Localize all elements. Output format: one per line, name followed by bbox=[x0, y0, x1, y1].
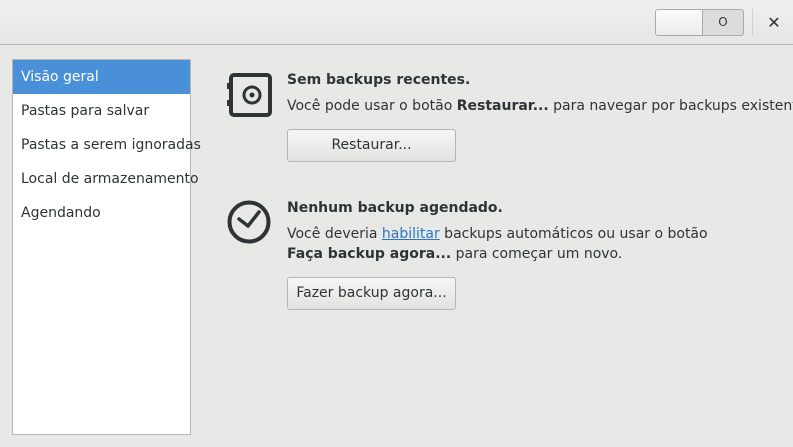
backup-now-button[interactable]: Fazer backup agora... bbox=[287, 277, 456, 310]
sidebar-item-storage-location[interactable]: Local de armazenamento bbox=[13, 162, 199, 196]
schedule-title: Nenhum backup agendado. bbox=[287, 200, 503, 216]
sidebar: Visão geral Pastas para salvar Pastas a … bbox=[12, 59, 201, 435]
restore-description: Você pode usar o botão Restaurar... para… bbox=[287, 96, 793, 116]
schedule-desc-mid: backups automáticos ou usar o botão bbox=[439, 226, 708, 242]
schedule-desc-pre: Você deveria bbox=[287, 226, 382, 242]
restore-title: Sem backups recentes. bbox=[287, 72, 471, 88]
safe-icon bbox=[226, 73, 272, 121]
close-icon[interactable]: ✕ bbox=[762, 11, 786, 35]
restore-desc-bold: Restaurar... bbox=[456, 98, 549, 114]
schedule-description: Você deveria habilitar backups automátic… bbox=[287, 224, 717, 264]
schedule-desc-bold: Faça backup agora... bbox=[287, 246, 452, 262]
header-bar: O ✕ bbox=[0, 0, 793, 45]
backup-toggle-switch[interactable]: O bbox=[655, 9, 744, 36]
restore-desc-pre: Você pode usar o botão bbox=[287, 98, 457, 114]
sidebar-item-folders-to-save[interactable]: Pastas para salvar bbox=[13, 94, 190, 128]
clock-icon bbox=[226, 199, 272, 249]
enable-link[interactable]: habilitar bbox=[382, 226, 440, 242]
restore-desc-post: para navegar por backups existentes. bbox=[548, 98, 793, 114]
sidebar-item-scheduling[interactable]: Agendando bbox=[13, 196, 190, 230]
restore-button[interactable]: Restaurar... bbox=[287, 129, 456, 162]
toggle-off-label: O bbox=[718, 15, 728, 29]
toggle-knob[interactable] bbox=[656, 10, 703, 35]
schedule-desc-post: para começar um novo. bbox=[451, 246, 623, 262]
sidebar-item-overview[interactable]: Visão geral bbox=[13, 60, 190, 94]
header-separator bbox=[752, 9, 753, 36]
sidebar-item-folders-to-ignore[interactable]: Pastas a serem ignoradas bbox=[13, 128, 201, 162]
